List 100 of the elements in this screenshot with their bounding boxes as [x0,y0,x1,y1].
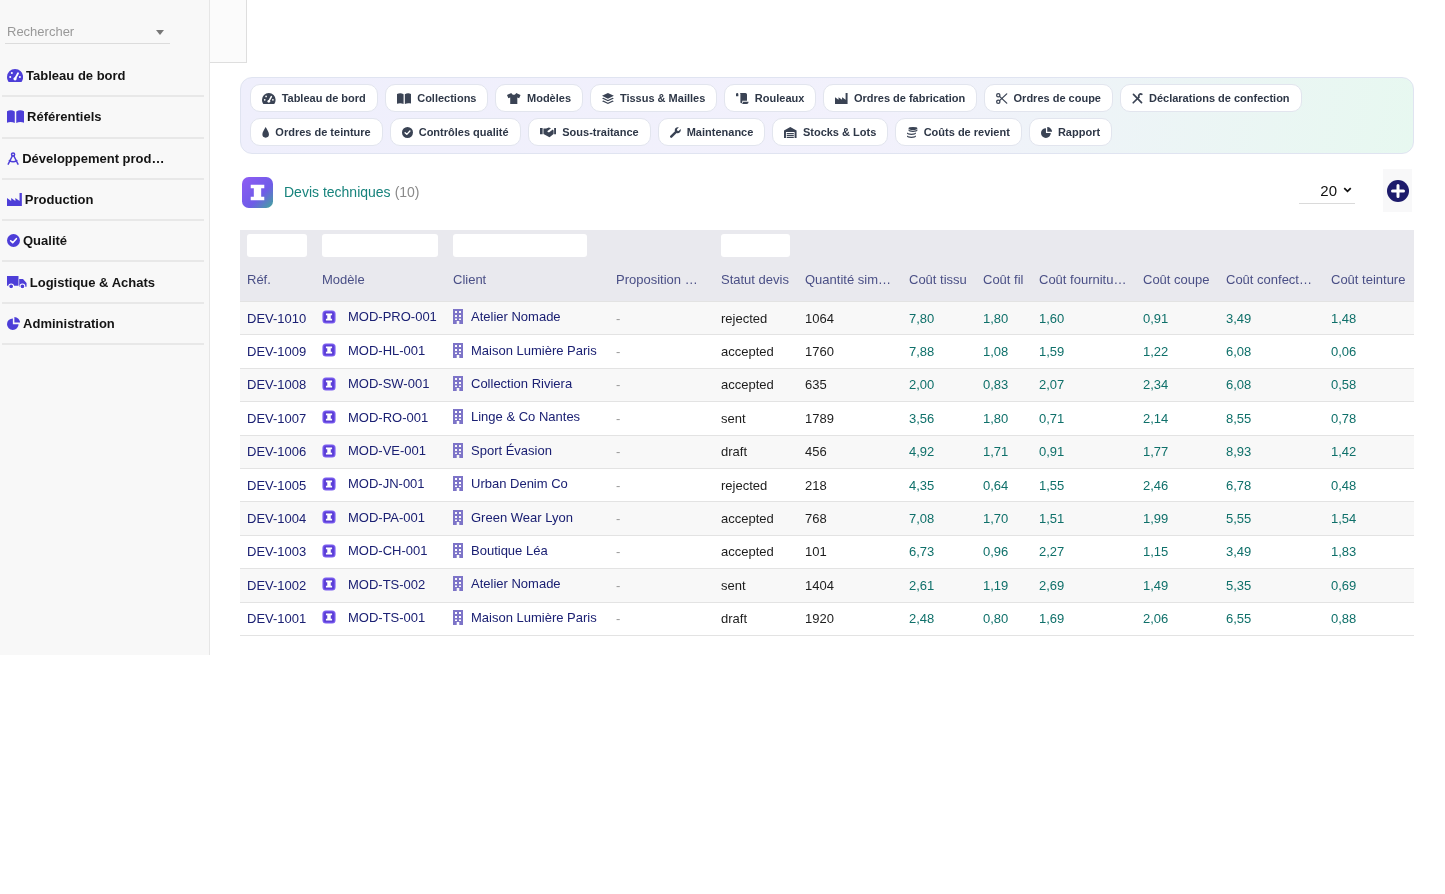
cost-value: 1,19 [983,577,1009,593]
model-link[interactable]: MOD-HL-001 [348,342,426,358]
spool-icon [322,376,336,391]
sidebar-item[interactable]: Tableau de bord [2,56,204,98]
cost-value: 0,78 [1331,410,1357,426]
client-link[interactable]: Boutique Léa [471,542,548,558]
reference-link[interactable]: DEV-1007 [247,410,307,426]
model-link[interactable]: MOD-CH-001 [348,543,428,559]
reference-link[interactable]: DEV-1009 [247,344,307,360]
empty-value: - [616,544,621,560]
cost-value: 6,73 [909,544,935,560]
client-link[interactable]: Maison Lumière Paris [471,342,597,358]
status-text: accepted [721,544,774,560]
cost-value: 2,61 [909,577,935,593]
caret-icon [156,30,164,35]
tools-icon [1132,92,1143,104]
add-button[interactable] [1383,169,1412,212]
pie-chart-icon [1040,126,1052,138]
cost-value: 2,06 [1143,611,1169,627]
nav-chip[interactable]: Modèles [495,84,584,112]
sidebar-item[interactable]: Administration [2,303,204,346]
nav-chip[interactable]: Rapport [1028,118,1113,146]
column-header: Coût fournitu… [1039,271,1127,287]
cost-value: 1,54 [1331,511,1357,527]
nav-chip[interactable]: Rouleaux [724,84,817,112]
status-text: rejected [721,310,768,326]
column-header: Coût coupe [1143,271,1210,287]
quantity-value: 101 [805,544,827,560]
nav-chip[interactable]: Maintenance [657,118,766,146]
cost-value: 0,91 [1039,444,1065,460]
model-link[interactable]: MOD-JN-001 [348,476,425,492]
cost-value: 0,83 [983,377,1009,393]
cost-value: 0,69 [1331,577,1357,593]
reference-link[interactable]: DEV-1005 [247,477,307,493]
nav-chip[interactable]: Collections [384,84,489,112]
empty-value: - [616,511,621,527]
cost-value: 6,55 [1226,611,1252,627]
sidebar-item[interactable]: Développement prod… [2,138,204,180]
cost-value: 2,27 [1039,544,1065,560]
cost-value: 6,78 [1226,477,1252,493]
cost-value: 5,55 [1226,511,1252,527]
cost-value: 1,49 [1143,577,1169,593]
cost-value: 0,96 [983,544,1009,560]
nav-chip[interactable]: Coûts de revient [895,118,1022,146]
check-circle-icon [7,234,20,248]
column-header: Quantité sim… [805,271,891,287]
building-icon [453,542,463,558]
status-text: sent [721,410,746,426]
building-icon [453,342,463,358]
cost-value: 1,99 [1143,511,1169,527]
nav-chip[interactable]: Tableau de bord [250,84,378,112]
empty-value: - [616,477,621,493]
nav-chip[interactable]: Déclarations de confection [1120,84,1302,112]
sidebar-item[interactable]: Logistique & Achats [2,262,204,304]
nav-chip[interactable]: Ordres de fabrication [823,84,978,112]
status-text: accepted [721,344,774,360]
spool-icon [322,410,336,425]
factory-icon [835,92,848,104]
reference-link[interactable]: DEV-1003 [247,544,307,560]
book-icon [7,110,25,124]
page-size-select[interactable]: 20 [1299,177,1355,204]
status-text: accepted [721,377,774,393]
sidebar-item[interactable]: Référentiels [2,97,204,139]
cost-value: 7,88 [909,344,935,360]
nav-chip[interactable]: Contrôles qualité [389,118,521,146]
model-link[interactable]: MOD-RO-001 [348,409,429,425]
item-count: (10) [394,184,420,200]
building-icon [453,509,463,525]
empty-value: - [616,410,621,426]
cost-value: 4,35 [909,477,935,493]
nav-chip[interactable]: Stocks & Lots [772,118,889,146]
search-field[interactable]: Rechercher [5,20,170,44]
nav-chip[interactable]: Ordres de teinture [250,118,383,146]
cost-value: 1,70 [983,511,1009,527]
client-link[interactable]: Urban Denim Co [471,476,568,492]
cost-value: 2,07 [1039,377,1065,393]
sidebar-item[interactable]: Qualité [2,221,204,263]
nav-chip[interactable]: Sous-traitance [527,118,651,146]
cost-value: 1,71 [983,444,1009,460]
nav-chip[interactable]: Ordres de coupe [984,84,1113,112]
model-link[interactable]: MOD-TS-001 [348,609,426,625]
cost-value: 4,92 [909,444,935,460]
empty-value: - [616,611,621,627]
reference-link[interactable]: DEV-1001 [247,611,307,627]
cost-value: 1,15 [1143,544,1169,560]
scroll-icon [736,92,749,104]
client-link[interactable]: Maison Lumière Paris [471,609,597,625]
gauge-icon [262,92,276,104]
compass-icon [7,151,20,165]
spool-icon [322,577,336,592]
cost-value: 0,88 [1331,611,1357,627]
nav-chip[interactable]: Tissus & Mailles [590,84,718,112]
quantity-value: 768 [805,511,827,527]
sidebar-item[interactable]: Production [2,179,204,222]
book-icon [396,92,412,104]
column-header: Proposition … [616,271,698,287]
client-link[interactable]: Linge & Co Nantes [471,409,581,425]
gauge-icon [7,69,24,83]
spool-icon [322,343,336,358]
droplet-icon [262,126,270,138]
